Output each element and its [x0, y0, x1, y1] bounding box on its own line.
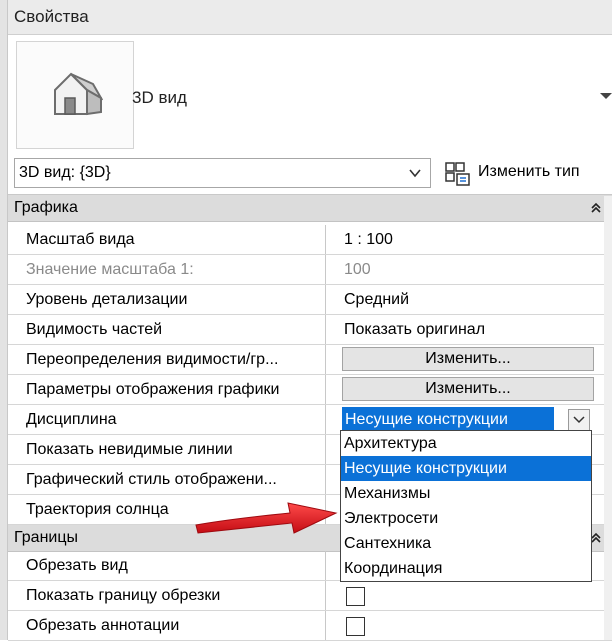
property-name: Видимость частей: [8, 315, 326, 344]
row-parts-visibility[interactable]: Видимость частей Показать оригинал: [8, 315, 612, 345]
property-name: Обрезать аннотации: [8, 611, 326, 640]
row-annotation-crop[interactable]: Обрезать аннотации: [8, 611, 612, 641]
panel-title: Свойства: [14, 7, 89, 26]
annotation-crop-checkbox[interactable]: [346, 617, 365, 636]
vg-overrides-edit-button[interactable]: Изменить...: [342, 347, 594, 371]
row-vg-overrides[interactable]: Переопределения видимости/гр... Изменить…: [8, 345, 612, 375]
row-view-scale[interactable]: Масштаб вида 1 : 100: [8, 225, 612, 255]
dropdown-option-mechanical[interactable]: Механизмы: [341, 481, 591, 506]
type-selector-preview[interactable]: 3D вид: [8, 35, 612, 155]
red-annotation-arrow-icon: [195, 502, 338, 534]
property-name: Уровень детализации: [8, 285, 326, 314]
chevron-down-icon: [409, 169, 421, 178]
property-value[interactable]: 1 : 100: [340, 225, 612, 254]
instance-filter-value: 3D вид: {3D}: [19, 164, 111, 181]
discipline-dropdown-list: Архитектура Несущие конструкции Механизм…: [340, 430, 592, 582]
property-name: Параметры отображения графики: [8, 375, 326, 404]
edit-type-label: Изменить тип: [478, 163, 580, 180]
row-scale-value: Значение масштаба 1: 100: [8, 255, 612, 285]
edit-type-icon: [445, 162, 470, 186]
property-name: Графический стиль отображени...: [8, 465, 326, 494]
chevron-down-icon: [573, 416, 585, 424]
property-name: Показать невидимые линии: [8, 435, 326, 464]
property-value[interactable]: Показать оригинал: [340, 315, 612, 344]
crop-region-visible-checkbox[interactable]: [346, 587, 365, 606]
property-value[interactable]: Средний: [340, 285, 612, 314]
grid-scrollbar[interactable]: [604, 196, 612, 640]
discipline-dropdown-button[interactable]: [568, 409, 590, 431]
properties-title-bar: Свойства: [8, 0, 612, 35]
property-name: Обрезать вид: [8, 551, 326, 580]
group-header-graphics[interactable]: Графика: [8, 195, 612, 222]
type-thumbnail: [16, 41, 134, 149]
window-frame-edge: [0, 0, 8, 640]
graphic-display-edit-button[interactable]: Изменить...: [342, 377, 594, 401]
group-label: Границы: [14, 529, 78, 546]
group-label: Графика: [14, 199, 78, 216]
row-graphic-display[interactable]: Параметры отображения графики Изменить..…: [8, 375, 612, 405]
property-name: Переопределения видимости/гр...: [8, 345, 326, 374]
type-dropdown-arrow-icon[interactable]: [600, 93, 612, 99]
instance-filter-select[interactable]: 3D вид: {3D}: [14, 158, 431, 188]
edit-type-button[interactable]: Изменить тип: [440, 158, 612, 188]
dropdown-option-coordination[interactable]: Координация: [341, 556, 591, 581]
property-name: Дисциплина: [8, 405, 326, 434]
property-name: Значение масштаба 1:: [8, 255, 326, 284]
dropdown-option-architecture[interactable]: Архитектура: [341, 431, 591, 456]
dropdown-option-structural[interactable]: Несущие конструкции: [341, 456, 591, 481]
dropdown-option-electrical[interactable]: Электросети: [341, 506, 591, 531]
house-3d-view-icon: [54, 72, 103, 116]
property-name: Показать границу обрезки: [8, 581, 326, 610]
row-crop-region-visible[interactable]: Показать границу обрезки: [8, 581, 612, 611]
property-value: 100: [344, 261, 371, 278]
dropdown-option-plumbing[interactable]: Сантехника: [341, 531, 591, 556]
type-name: 3D вид: [132, 88, 187, 107]
collapse-chevrons-icon[interactable]: [590, 202, 602, 214]
property-name: Масштаб вида: [8, 225, 326, 254]
discipline-combo-value[interactable]: Несущие конструкции: [342, 407, 554, 432]
row-detail-level[interactable]: Уровень детализации Средний: [8, 285, 612, 315]
